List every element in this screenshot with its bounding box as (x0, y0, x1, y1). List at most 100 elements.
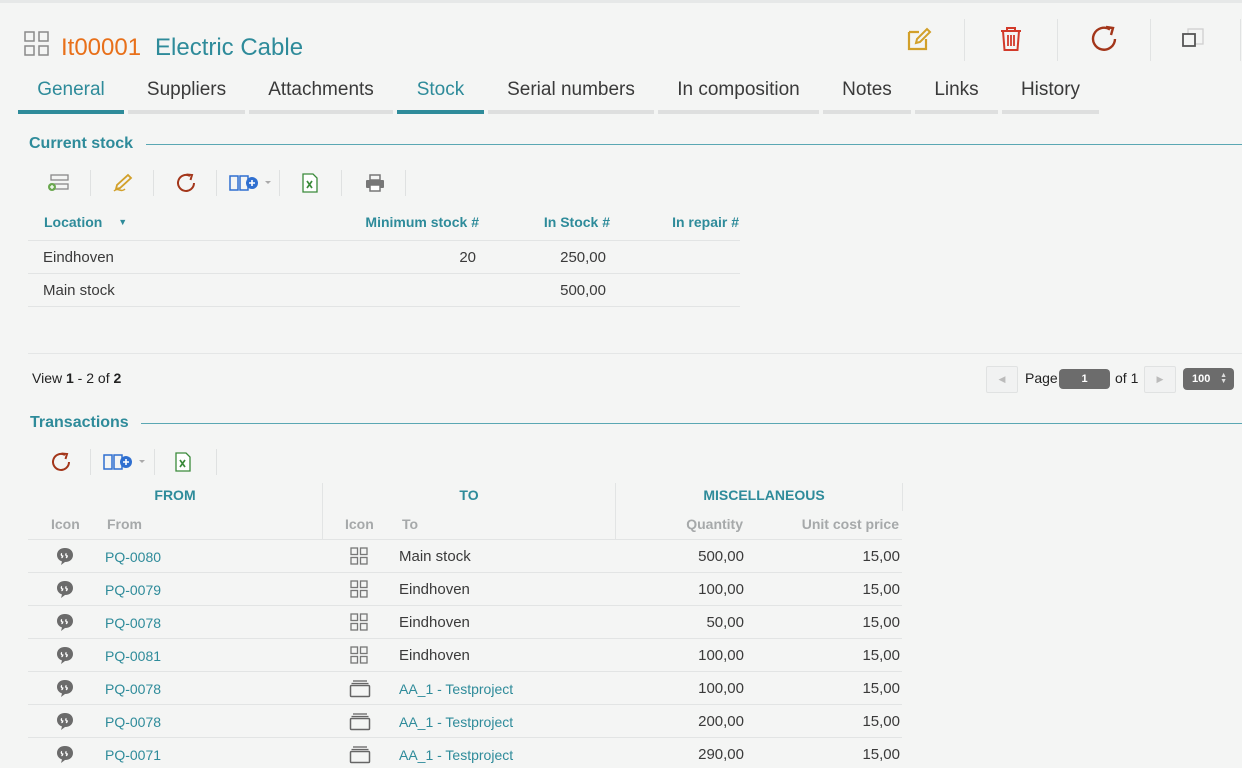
tab-label: In composition (677, 79, 800, 100)
tab-in-composition[interactable]: In composition (658, 76, 819, 114)
table-row[interactable]: PQ-0078 AA_1 - Testproject 100,00 15,00 (28, 671, 902, 704)
tab-label: Links (934, 79, 979, 100)
tab-label: History (1020, 79, 1081, 100)
delete-button[interactable] (989, 19, 1033, 59)
column-header-from-icon[interactable]: Icon (51, 516, 80, 532)
cell-quantity: 200,00 (698, 713, 744, 730)
refresh-transactions-button[interactable] (46, 449, 76, 475)
cell-from-icon (55, 678, 75, 703)
table-row[interactable]: PQ-0079 Eindhoven 100,00 15,00 (28, 572, 902, 605)
previous-page-button[interactable]: ◀ (986, 366, 1018, 393)
header-divider (1150, 19, 1151, 61)
tab-label: Serial numbers (507, 79, 635, 100)
tab-label: Suppliers (146, 79, 227, 100)
speech-bubble-icon (57, 680, 73, 697)
tab-label: General (37, 79, 105, 100)
excel-export-button[interactable] (168, 449, 198, 475)
cell-to-link[interactable]: AA_1 - Testproject (399, 681, 513, 697)
cell-from-icon (55, 711, 75, 736)
view-total: 2 (113, 370, 122, 386)
tab-attachments[interactable]: Attachments (249, 76, 393, 114)
cell-quantity: 290,00 (698, 746, 744, 763)
tab-suppliers[interactable]: Suppliers (128, 76, 245, 114)
section-divider (146, 144, 1242, 145)
cell-from-link[interactable]: PQ-0079 (105, 582, 161, 598)
cell-quantity: 100,00 (698, 647, 744, 664)
item-name: Electric Cable (155, 34, 304, 61)
project-stack-icon (349, 746, 371, 764)
speech-bubble-icon (57, 548, 73, 565)
cell-to-link[interactable]: AA_1 - Testproject (399, 714, 513, 730)
group-divider (902, 483, 903, 511)
section-title-current-stock: Current stock (29, 135, 134, 152)
header-divider (1240, 19, 1241, 61)
edit-button[interactable] (897, 19, 941, 59)
tab-stock[interactable]: Stock (397, 76, 484, 114)
refresh-stock-button[interactable] (171, 170, 201, 196)
triangle-left-icon: ◀ (998, 374, 1006, 384)
header-divider (964, 19, 965, 61)
column-header-unit-cost-price[interactable]: Unit cost price (760, 516, 899, 532)
cell-to-icon (349, 678, 371, 703)
tab-serial-numbers[interactable]: Serial numbers (488, 76, 654, 114)
table-row[interactable]: PQ-0078 AA_1 - Testproject 200,00 15,00 (28, 704, 902, 737)
table-row[interactable]: PQ-0081 Eindhoven 100,00 15,00 (28, 638, 902, 671)
cell-in-stock: 250,00 (560, 249, 606, 266)
cell-location: Main stock (43, 282, 115, 299)
cell-minimum-stock: 20 (459, 249, 476, 266)
grid-icon (350, 646, 368, 664)
column-header-from[interactable]: From (107, 516, 142, 532)
refresh-button[interactable] (1083, 19, 1127, 59)
cell-to-link[interactable]: AA_1 - Testproject (399, 747, 513, 763)
column-header-to[interactable]: To (402, 516, 418, 532)
cell-quantity: 100,00 (698, 581, 744, 598)
columns-add-button[interactable] (226, 170, 276, 196)
column-header-in-stock[interactable]: In Stock # (500, 214, 610, 230)
cell-from-link[interactable]: PQ-0078 (105, 681, 161, 697)
speech-bubble-icon (57, 713, 73, 730)
column-header-minimum-stock[interactable]: Minimum stock # (330, 214, 479, 230)
edit-pencil-icon (113, 173, 133, 192)
excel-export-button[interactable] (295, 170, 325, 196)
cell-from-link[interactable]: PQ-0071 (105, 747, 161, 763)
table-row[interactable]: PQ-0071 AA_1 - Testproject 290,00 15,00 (28, 737, 902, 768)
column-header-quantity[interactable]: Quantity (640, 516, 743, 532)
column-header-to-icon[interactable]: Icon (345, 516, 374, 532)
print-button[interactable] (360, 170, 390, 196)
cell-to-icon (349, 579, 369, 604)
tab-label: Attachments (268, 79, 374, 100)
cell-from-link[interactable]: PQ-0080 (105, 549, 161, 565)
cell-from-link[interactable]: PQ-0081 (105, 648, 161, 664)
cell-to-icon (349, 612, 369, 637)
columns-add-button[interactable] (100, 449, 150, 475)
page-number-input[interactable] (1059, 369, 1110, 389)
add-row-icon (48, 174, 69, 191)
restore-window-button[interactable] (1171, 19, 1215, 59)
toolbar-divider (279, 170, 280, 196)
cell-to: Main stock (399, 548, 471, 565)
refresh-icon (52, 452, 70, 471)
page-size-select[interactable]: 100 ▲ ▼ (1183, 368, 1234, 390)
group-header-from: FROM (154, 487, 196, 503)
group-divider (615, 483, 616, 539)
cell-from-link[interactable]: PQ-0078 (105, 714, 161, 730)
tab-notes[interactable]: Notes (823, 76, 911, 114)
column-header-in-repair[interactable]: In repair # (630, 214, 739, 230)
add-row-button[interactable] (43, 170, 73, 196)
edit-pencil-button[interactable] (108, 170, 138, 196)
table-row[interactable]: PQ-0078 Eindhoven 50,00 15,00 (28, 605, 902, 638)
grid-icon (350, 613, 368, 631)
column-header-label: Location (44, 214, 103, 230)
cell-from-link[interactable]: PQ-0078 (105, 615, 161, 631)
toolbar-divider (90, 170, 91, 196)
toolbar-divider (153, 170, 154, 196)
trash-icon (1001, 27, 1021, 51)
next-page-button[interactable]: ▶ (1144, 366, 1176, 393)
tab-links[interactable]: Links (915, 76, 998, 114)
table-row[interactable]: PQ-0080 Main stock 500,00 15,00 (28, 539, 902, 572)
tab-general[interactable]: General (18, 76, 124, 114)
table-row[interactable]: Main stock 500,00 (28, 273, 740, 307)
tab-history[interactable]: History (1002, 76, 1099, 114)
column-header-location[interactable]: Location ▼ (44, 214, 127, 230)
table-row[interactable]: Eindhoven 20 250,00 (28, 240, 740, 273)
